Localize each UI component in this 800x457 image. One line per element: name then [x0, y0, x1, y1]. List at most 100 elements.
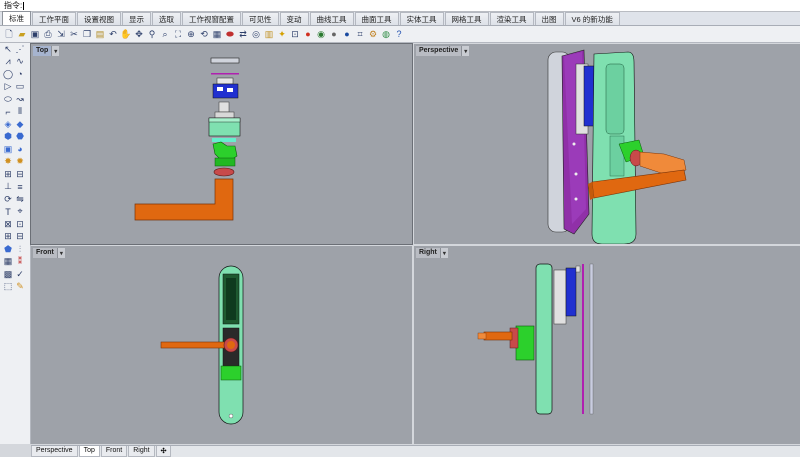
dim-icon[interactable]: ⊥	[2, 181, 14, 193]
tab-render-tools[interactable]: 渲染工具	[489, 12, 534, 25]
chevron-down-icon[interactable]: ▾	[56, 248, 65, 258]
light-bulb-icon[interactable]: ✦	[276, 28, 288, 40]
rectangle-icon[interactable]: ▭	[14, 81, 26, 93]
viewport-front[interactable]: Front ▾	[31, 246, 412, 444]
material-icon[interactable]: ◉	[315, 28, 327, 40]
options-gear-icon[interactable]: ⚙	[367, 28, 379, 40]
undo-icon[interactable]: ↶	[107, 28, 119, 40]
trim-icon[interactable]: T	[2, 206, 14, 218]
viewport-tab-right[interactable]: Right	[128, 446, 155, 457]
arc-icon[interactable]: ◔	[14, 68, 26, 80]
viewport-right[interactable]: Right ▾	[414, 246, 800, 444]
tab-visibility[interactable]: 可见性	[242, 12, 279, 25]
tab-solid-tools[interactable]: 实体工具	[399, 12, 444, 25]
move-icon[interactable]: ⇄	[237, 28, 249, 40]
polygon-icon[interactable]: ▷	[2, 81, 14, 93]
web-globe-icon[interactable]: ◍	[380, 28, 392, 40]
render-sphere-icon[interactable]: ●	[328, 28, 340, 40]
block-icon[interactable]: ⬟	[2, 243, 14, 255]
polyline-icon[interactable]: ⩘	[2, 56, 14, 68]
pan-icon[interactable]: ✋	[120, 28, 132, 40]
explode-icon[interactable]: ⊡	[14, 218, 26, 230]
split-icon[interactable]: ⌖	[14, 206, 26, 218]
offset-icon[interactable]: ⫴	[14, 106, 26, 118]
tab-cplanes[interactable]: 工作平面	[32, 12, 76, 25]
cut-icon[interactable]: ✂	[68, 28, 80, 40]
sphere-solid-icon[interactable]: ◕	[14, 143, 26, 155]
viewport-tab-perspective[interactable]: Perspective	[31, 446, 78, 457]
copy-icon[interactable]: ❐	[81, 28, 93, 40]
open-file-icon[interactable]: ▰	[16, 28, 28, 40]
box-solid-icon[interactable]: ▣	[2, 143, 14, 155]
shaded-sphere-icon[interactable]: ●	[341, 28, 353, 40]
add-viewport-icon[interactable]: ✣	[155, 446, 172, 457]
group-icon[interactable]: ⊞	[2, 231, 14, 243]
layout-icon[interactable]: ⬚	[2, 281, 14, 293]
mesh-tools-icon[interactable]: ⊟	[14, 168, 26, 180]
new-file-icon[interactable]: 🗋	[3, 28, 15, 40]
paste-icon[interactable]: ▤	[94, 28, 106, 40]
check-icon[interactable]: ✓	[14, 268, 26, 280]
viewport-tab-front[interactable]: Front	[100, 446, 128, 457]
select-arrow-icon[interactable]: ↖	[2, 43, 14, 55]
zoom-icon[interactable]: ⚲	[146, 28, 158, 40]
point-edit-icon[interactable]: ⁑	[14, 256, 26, 268]
transform-icon[interactable]: ⟳	[2, 193, 14, 205]
surface-icon[interactable]: ◈	[2, 118, 14, 130]
tab-mesh-tools[interactable]: 网格工具	[444, 12, 489, 25]
chevron-down-icon[interactable]: ▾	[51, 46, 60, 56]
extrude-icon[interactable]: ⬢	[2, 131, 14, 143]
lock-icon[interactable]: ⊡	[289, 28, 301, 40]
tab-curve-tools[interactable]: 曲线工具	[309, 12, 354, 25]
zoom-window-icon[interactable]: ⌕	[159, 28, 171, 40]
rotate-view-icon[interactable]: ✥	[133, 28, 145, 40]
viewport-tab-top[interactable]: Top	[78, 446, 100, 457]
zoom-selected-icon[interactable]: ⊕	[185, 28, 197, 40]
chevron-down-icon[interactable]: ▾	[439, 248, 448, 258]
osnap-icon[interactable]: ◎	[250, 28, 262, 40]
grid-icon[interactable]: ▦	[211, 28, 223, 40]
ellipse-icon[interactable]: ⬭	[2, 93, 14, 105]
viewport-perspective[interactable]: Perspective ▾	[414, 44, 800, 244]
dimension-icon[interactable]: ⌗	[354, 28, 366, 40]
render-icon[interactable]: ▩	[2, 268, 14, 280]
tab-select[interactable]: 选取	[152, 12, 181, 25]
tab-surface-tools[interactable]: 曲面工具	[354, 12, 399, 25]
help-icon[interactable]: ?	[393, 28, 405, 40]
tab-transform[interactable]: 变动	[279, 12, 309, 25]
tab-new-in-v6[interactable]: V6 的新功能	[564, 12, 620, 25]
chevron-down-icon[interactable]: ▾	[461, 46, 470, 56]
viewport-right-title[interactable]: Right ▾	[416, 248, 448, 258]
zoom-extents-icon[interactable]: ⛶	[172, 28, 184, 40]
print-icon[interactable]: ⎙	[42, 28, 54, 40]
revolve-icon[interactable]: ⬣	[14, 131, 26, 143]
mirror-icon[interactable]: ⇋	[14, 193, 26, 205]
tab-viewport-layout[interactable]: 工作视窗配置	[182, 12, 241, 25]
tab-standard[interactable]: 标准	[2, 11, 31, 25]
ungroup-icon[interactable]: ⊟	[14, 231, 26, 243]
text-icon[interactable]: ≡	[14, 181, 26, 193]
tab-set-view[interactable]: 设置视图	[77, 12, 121, 25]
tab-display[interactable]: 显示	[122, 12, 151, 25]
circle-icon[interactable]: ◯	[2, 68, 14, 80]
command-line[interactable]: 指令:	[0, 0, 800, 12]
layer-icon[interactable]: ▥	[263, 28, 275, 40]
array-icon[interactable]: ⫶	[14, 243, 26, 255]
freeform-icon[interactable]: ↝	[14, 93, 26, 105]
analyze-icon[interactable]: ▦	[2, 256, 14, 268]
join-icon[interactable]: ⊠	[2, 218, 14, 230]
boolean-diff-icon[interactable]: ✹	[14, 156, 26, 168]
mesh-icon[interactable]: ⊞	[2, 168, 14, 180]
fillet-icon[interactable]: ⌐	[2, 106, 14, 118]
boolean-union-icon[interactable]: ✸	[2, 156, 14, 168]
rotate-icon[interactable]: ⟲	[198, 28, 210, 40]
viewport-top[interactable]: Top ▾	[30, 43, 413, 245]
viewport-top-title[interactable]: Top ▾	[33, 46, 60, 56]
save-icon[interactable]: ▣	[29, 28, 41, 40]
color-icon[interactable]: ●	[302, 28, 314, 40]
select-points-icon[interactable]: ⋰	[14, 43, 26, 55]
paint-icon[interactable]: ✎	[14, 281, 26, 293]
cplane-icon[interactable]: ⬬	[224, 28, 236, 40]
tab-drafting[interactable]: 出图	[534, 12, 564, 25]
curve-icon[interactable]: ∿	[14, 56, 26, 68]
